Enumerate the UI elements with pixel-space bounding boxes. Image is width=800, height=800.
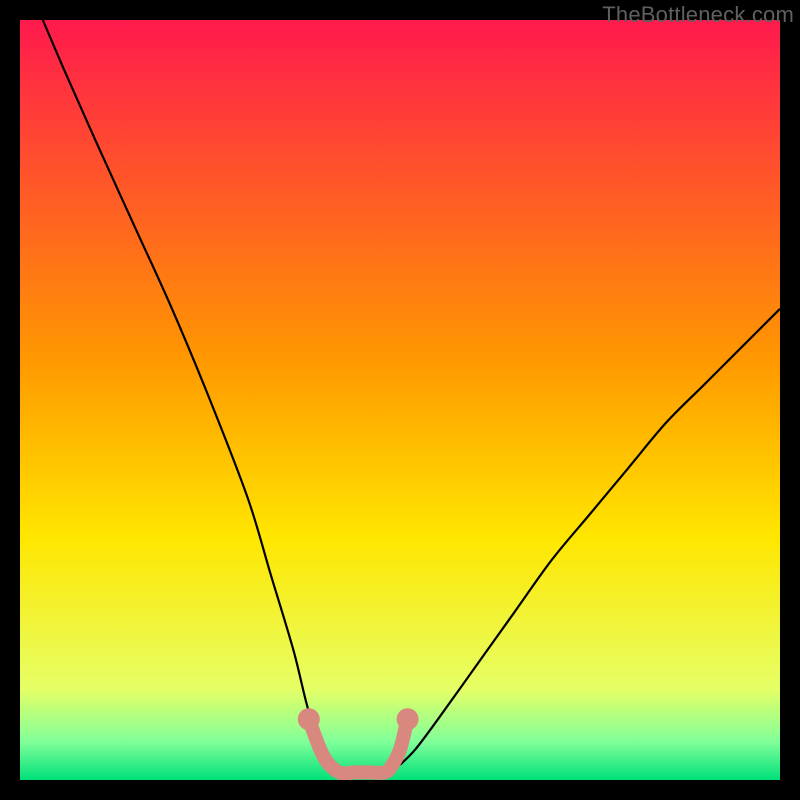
watermark-text: TheBottleneck.com xyxy=(602,2,794,28)
valley-endpoint-dot xyxy=(397,708,419,730)
chart-svg xyxy=(20,20,780,780)
valley-endpoint-dot xyxy=(298,708,320,730)
gradient-background xyxy=(20,20,780,780)
chart-frame xyxy=(20,20,780,780)
